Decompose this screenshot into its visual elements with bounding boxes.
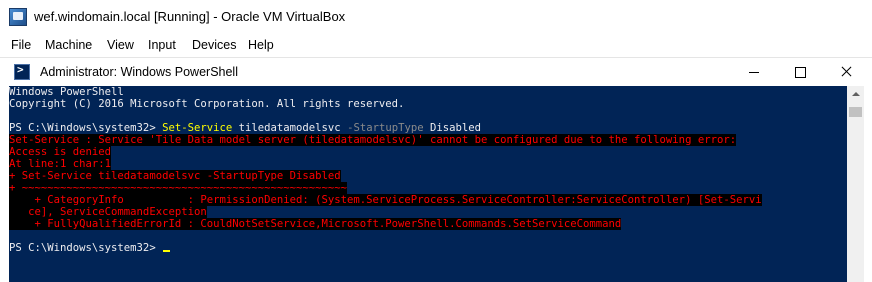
menu-machine[interactable]: Machine	[45, 38, 92, 52]
scroll-up-arrow-icon[interactable]	[847, 86, 864, 103]
console-prompt: PS C:\Windows\system32>	[9, 122, 163, 134]
text-cursor	[163, 250, 171, 252]
console-prompt: PS C:\Windows\system32>	[9, 242, 163, 254]
powershell-icon	[14, 63, 30, 80]
console-error-line: + Set-Service tiledatamodelsvc -StartupT…	[9, 170, 341, 182]
scrollbar-thumb[interactable]	[849, 107, 862, 117]
console-banner-line: Windows PowerShell	[9, 86, 124, 98]
console-error-line: Access is denied	[9, 146, 112, 158]
menu-help[interactable]: Help	[248, 38, 274, 52]
virtualbox-window-title: wef.windomain.local [Running] - Oracle V…	[34, 9, 346, 24]
menu-input[interactable]: Input	[148, 38, 176, 52]
console-error-line: ce], ServiceCommandException	[9, 206, 207, 218]
minimize-button[interactable]	[731, 58, 777, 86]
console-error-line: At line:1 char:1	[9, 158, 112, 170]
powershell-title-bar[interactable]: Administrator: Windows PowerShell	[0, 58, 872, 86]
virtualbox-title-bar: wef.windomain.local [Running] - Oracle V…	[0, 0, 872, 34]
menu-devices[interactable]: Devices	[192, 38, 236, 52]
window-border	[864, 86, 872, 282]
console-prompt-line: PS C:\Windows\system32>	[9, 242, 847, 254]
console-command-line: PS C:\Windows\system32> Set-Service tile…	[9, 122, 847, 134]
console-argument: tiledatamodelsvc	[232, 122, 348, 134]
close-button[interactable]	[823, 58, 869, 86]
console-error-line: + FullyQualifiedErrorId : CouldNotSetSer…	[9, 218, 622, 230]
console-error-line: Set-Service : Service 'Tile Data model s…	[9, 134, 737, 146]
guest-display[interactable]: Administrator: Windows PowerShell Window…	[0, 57, 872, 282]
console-argument: Disabled	[423, 122, 482, 134]
virtualbox-menu-bar: File Machine View Input Devices Help	[0, 34, 872, 57]
console-error-line: + CategoryInfo : PermissionDenied: (Syst…	[9, 194, 762, 206]
powershell-window-title: Administrator: Windows PowerShell	[40, 65, 238, 79]
menu-view[interactable]: View	[107, 38, 134, 52]
virtualbox-vm-icon	[9, 8, 27, 26]
maximize-button[interactable]	[777, 58, 823, 86]
console-error-line: + ~~~~~~~~~~~~~~~~~~~~~~~~~~~~~~~~~~~~~~…	[9, 182, 348, 194]
menu-file[interactable]: File	[11, 38, 31, 52]
console-banner-line: Copyright (C) 2016 Microsoft Corporation…	[9, 98, 405, 110]
console-cmdlet: Set-Service	[162, 122, 233, 134]
console-parameter: -StartupType	[347, 122, 424, 134]
console-scrollbar[interactable]	[847, 86, 864, 282]
powershell-console[interactable]: Windows PowerShell Copyright (C) 2016 Mi…	[9, 86, 847, 282]
